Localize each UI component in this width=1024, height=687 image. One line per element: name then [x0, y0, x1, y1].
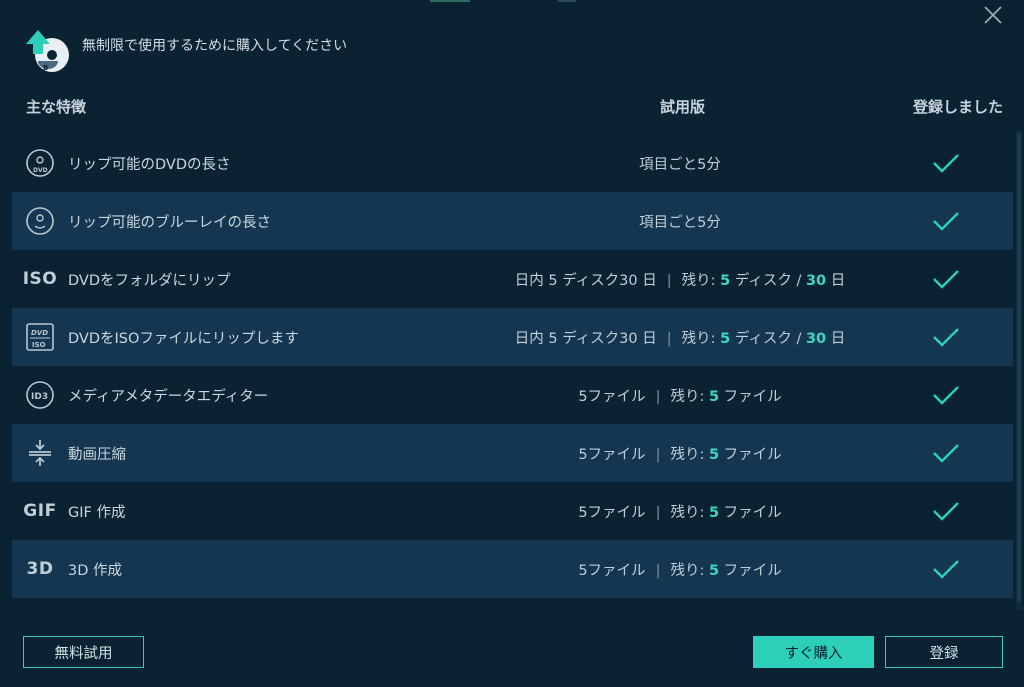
- table-row: 3D 3D 作成 5ファイル | 残り: 5 ファイル: [12, 540, 1013, 598]
- feature-label: リップ可能のブルーレイの長さ: [68, 214, 271, 231]
- title-bar-accent-2: [558, 0, 576, 2]
- feature-label: 動画圧縮: [68, 446, 126, 463]
- iso-icon: ISO: [22, 269, 58, 289]
- column-registered: 登録しました: [913, 98, 1004, 116]
- svg-text:DVD: DVD: [33, 167, 48, 174]
- table-row: ISO DVDをフォルダにリップ 日内 5 ディスク30 日 | 残り: 5 ディス…: [12, 250, 1013, 308]
- table-row: ID3 メディアメタデータエディター 5ファイル | 残り: 5 ファイル: [12, 366, 1013, 424]
- svg-text:ISO: ISO: [32, 341, 46, 349]
- trial-value: 5ファイル | 残り: 5 ファイル: [578, 446, 782, 463]
- feature-table: DVD リップ可能のDVDの長さ 項目ごと5分 リップ可能のブルーレイの長さ 項…: [12, 134, 1013, 598]
- 3d-icon: 3D: [26, 559, 54, 579]
- feature-label: 3D 作成: [68, 562, 122, 579]
- feature-label: GIF 作成: [68, 504, 126, 521]
- buy-now-button[interactable]: すぐ購入: [753, 636, 874, 668]
- table-row: 動画圧縮 5ファイル | 残り: 5 ファイル: [12, 424, 1013, 482]
- svg-text:B: B: [43, 64, 48, 72]
- trial-value: 項目ごと5分: [639, 156, 721, 173]
- column-headers: 主な特徴 試用版 登録しました: [0, 94, 1024, 118]
- check-icon: [931, 267, 961, 291]
- trial-value: 5ファイル | 残り: 5 ファイル: [578, 562, 782, 579]
- table-row: リップ可能のブルーレイの長さ 項目ごと5分: [12, 192, 1013, 250]
- free-trial-button[interactable]: 無料試用: [23, 636, 144, 668]
- close-icon[interactable]: [984, 6, 1002, 24]
- feature-label: DVDをフォルダにリップ: [68, 272, 231, 289]
- check-icon: [931, 325, 961, 349]
- trial-value: 5ファイル | 残り: 5 ファイル: [578, 388, 782, 405]
- svg-text:ID3: ID3: [31, 392, 48, 402]
- trial-value: 5ファイル | 残り: 5 ファイル: [578, 504, 782, 521]
- bluray-disc-icon: [24, 205, 56, 237]
- column-feature: 主な特徴: [26, 98, 87, 116]
- feature-label: リップ可能のDVDの長さ: [68, 156, 231, 173]
- table-row: DVD ISO DVDをISOファイルにリップします 日内 5 ディスク30 日 |…: [12, 308, 1013, 366]
- gif-icon: GIF: [23, 501, 57, 521]
- id3-icon: ID3: [24, 379, 56, 411]
- register-button[interactable]: 登録: [885, 636, 1003, 668]
- check-icon: [931, 557, 961, 581]
- column-trial: 試用版: [660, 98, 706, 116]
- trial-value: 日内 5 ディスク30 日 | 残り: 5 ディスク / 30 日: [514, 272, 846, 289]
- header: B 無制限で使用するために購入してください: [24, 28, 347, 76]
- upgrade-logo-icon: B: [24, 28, 72, 76]
- scrollbar-thumb[interactable]: [1017, 132, 1021, 602]
- check-icon: [931, 151, 961, 175]
- check-icon: [931, 383, 961, 407]
- dvd-iso-icon: DVD ISO: [24, 321, 56, 353]
- dvd-disc-icon: DVD: [24, 147, 56, 179]
- check-icon: [931, 499, 961, 523]
- check-icon: [931, 441, 961, 465]
- svg-text:DVD: DVD: [31, 329, 48, 337]
- feature-label: メディアメタデータエディター: [68, 388, 269, 405]
- feature-label: DVDをISOファイルにリップします: [68, 330, 299, 347]
- compress-icon: [24, 437, 56, 469]
- check-icon: [931, 209, 961, 233]
- table-row: DVD リップ可能のDVDの長さ 項目ごと5分: [12, 134, 1013, 192]
- title-bar-accent: [430, 0, 470, 2]
- purchase-message: 無制限で使用するために購入してください: [82, 38, 348, 54]
- trial-value: 項目ごと5分: [639, 214, 721, 231]
- trial-value: 日内 5 ディスク30 日 | 残り: 5 ディスク / 30 日: [514, 330, 846, 347]
- table-row: GIF GIF 作成 5ファイル | 残り: 5 ファイル: [12, 482, 1013, 540]
